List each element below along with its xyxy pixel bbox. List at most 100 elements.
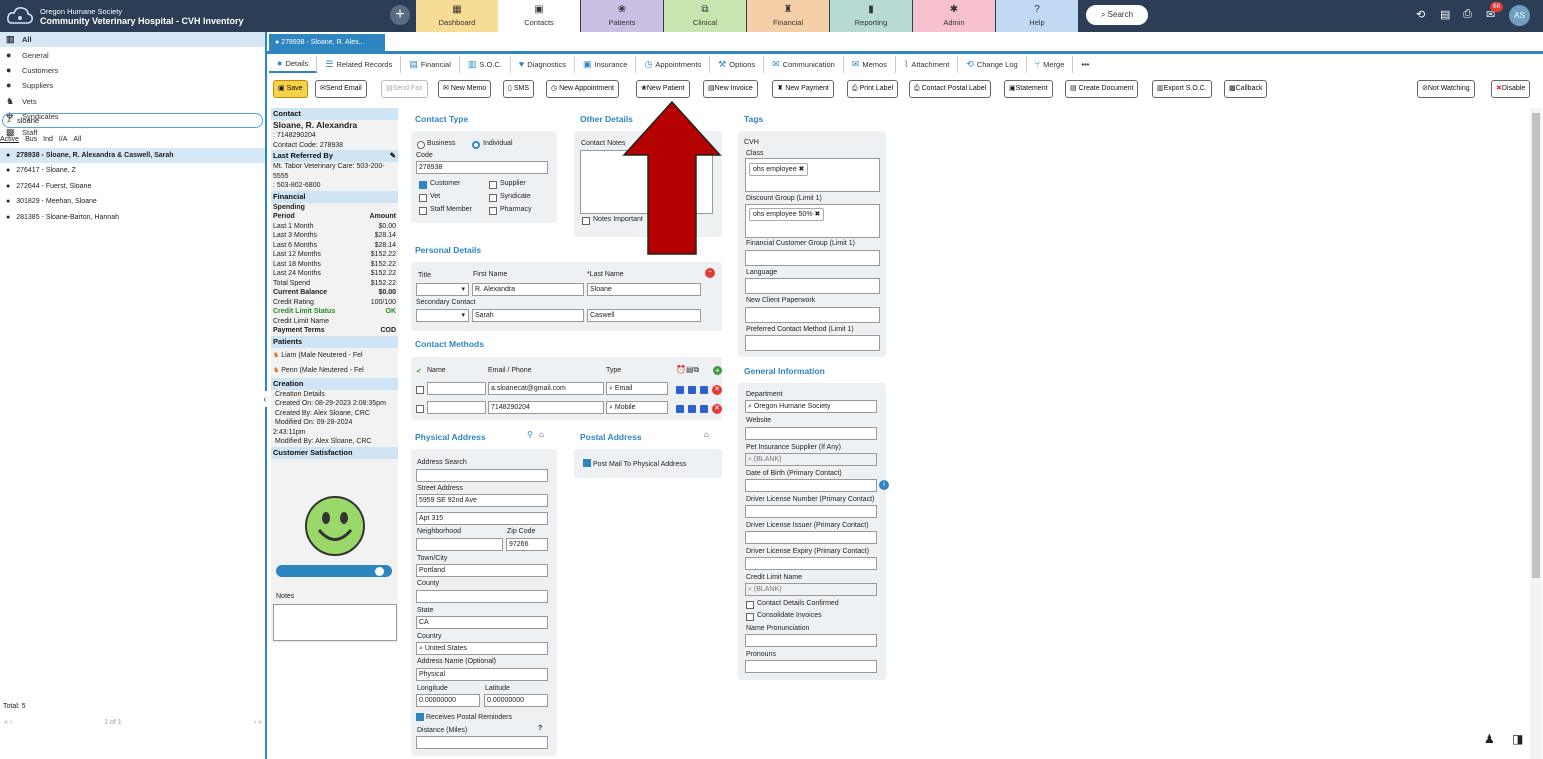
method-name-field[interactable] [427,401,486,414]
tab-soc[interactable]: ▥ S.O.C. [460,56,511,73]
list-item[interactable]: ● 281385 - Sloane-Barton, Hannah [0,210,265,225]
new-payment-button[interactable]: ♜ New Payment [772,80,834,98]
street-address-2-field[interactable]: Apt 315 [416,512,548,525]
method-value-field[interactable]: a.sloanecat@gmail.com [488,382,604,395]
post-mail-checkbox[interactable] [583,459,591,467]
method-value-field[interactable]: 7148290204 [488,401,604,414]
send-fax-button[interactable]: ▤Send Fax [381,80,428,98]
list-item[interactable]: ● 272644 - Fuerst, Sloane [0,179,265,194]
add-method-icon[interactable]: + [713,366,722,375]
preferred-contact-field[interactable] [745,335,880,351]
language-field[interactable] [745,278,880,294]
method-flag-checkbox[interactable] [700,386,708,394]
filter-active[interactable]: Active [0,136,19,143]
neighborhood-field[interactable] [416,538,503,551]
pencil-icon[interactable]: ✎ [390,150,396,162]
notes-important-checkbox[interactable] [582,217,590,225]
not-watching-button[interactable]: ⊘Not Watching [1417,80,1475,98]
filter-ind[interactable]: Ind [43,136,53,143]
nav-dashboard[interactable]: ▦ Dashboard [416,0,498,32]
tab-attachment[interactable]: ⌇ Attachment [896,56,959,73]
lock-icon[interactable]: ⌂ [539,430,544,439]
paperwork-field[interactable] [745,307,880,323]
delete-method-icon[interactable]: ✕ [712,385,722,395]
person-icon[interactable]: ♟ [1484,732,1495,746]
nav-help[interactable]: ? Help [996,0,1078,32]
create-document-button[interactable]: ▤ Create Document [1065,80,1139,98]
lock-icon[interactable]: ⌂ [704,430,709,439]
sms-button[interactable]: ▯ SMS [503,80,534,98]
filter-bus[interactable]: Bus [25,136,37,143]
disable-button[interactable]: ✖Disable [1491,80,1531,98]
contact-confirmed-checkbox[interactable] [746,601,754,609]
pager[interactable]: « ‹ 1 of 1 › » [4,719,262,726]
remove-icon[interactable]: − [705,268,715,278]
longitude-field[interactable]: 0.00000000 [416,694,480,707]
print-label-button[interactable]: ⎙ Print Label [847,80,899,98]
info-icon[interactable]: i [879,480,889,490]
latitude-field[interactable]: 0.00000000 [484,694,548,707]
method-checkbox[interactable] [416,405,424,413]
nav-clinical[interactable]: ⧉ Clinical [664,0,746,32]
new-appointment-button[interactable]: ◷ New Appointment [546,80,619,98]
new-memo-button[interactable]: ✉ New Memo [438,80,492,98]
dl-expiry-field[interactable] [745,557,877,570]
method-type-field[interactable]: ⌕ Email [606,382,668,395]
collapse-sidebar-icon[interactable]: ‹ [260,391,270,407]
title-select[interactable]: ▾ [416,283,469,296]
patient-item[interactable]: ♞ Liam (Male Neutered - Fel [271,348,398,363]
export-soc-button[interactable]: ▥Export S.O.C. [1152,80,1212,98]
satisfaction-slider[interactable] [276,565,392,577]
zip-code-field[interactable]: 97266 [506,538,548,551]
country-field[interactable]: ⌕ United States [416,642,548,655]
slider-knob[interactable] [375,567,384,576]
last-name-field[interactable]: Sloane [587,283,701,296]
town-field[interactable]: Portland [416,564,548,577]
insurance-field[interactable]: ⌕ (BLANK) [745,453,877,466]
method-flag-checkbox[interactable] [688,405,696,413]
tab-related-records[interactable]: ☰ Related Records [317,56,402,73]
patient-item[interactable]: ♞ Penn (Male Neutered - Fel [271,363,398,378]
postal-reminders-checkbox[interactable] [416,713,424,721]
close-icon[interactable]: ✖ [815,211,821,218]
financial-group-field[interactable] [745,250,880,266]
notes-textarea[interactable] [273,604,397,641]
document-icon[interactable]: ▤ [1440,8,1450,21]
tag-chip[interactable]: ohs employee ✖ [749,163,809,176]
list-item[interactable]: ● 276417 - Sloane, Z [0,163,265,178]
vertical-scrollbar[interactable] [1530,108,1542,759]
method-type-field[interactable]: ⌕ Mobile [606,401,668,414]
tab-merge[interactable]: ⑂ Merge [1027,56,1074,73]
nav-financial[interactable]: ♜ Financial [747,0,829,32]
record-tab[interactable]: ● 278938 - Sloane, R. Alex... [269,34,385,51]
add-button[interactable]: + [390,5,410,25]
filter-all[interactable]: All [73,136,81,143]
map-pin-icon[interactable]: ⚲ [527,430,533,439]
nav-contacts[interactable]: ▣ Contacts [498,0,580,32]
tab-financial[interactable]: ▤ Financial [401,56,460,73]
secondary-title-select[interactable]: ▾ [416,309,469,322]
avatar[interactable]: AS [1509,5,1530,26]
customer-checkbox[interactable] [419,181,427,189]
callback-button[interactable]: ▩Callback [1224,80,1268,98]
method-flag-checkbox[interactable] [676,386,684,394]
individual-radio[interactable] [472,141,480,149]
secondary-first-name-field[interactable]: Sarah [472,309,584,322]
tab-appointments[interactable]: ◷ Appointments [636,56,711,73]
category-suppliers[interactable]: ● Suppliers [0,78,265,93]
address-name-field[interactable]: Physical [416,668,548,681]
first-name-field[interactable]: R. Alexandra [472,283,584,296]
category-all[interactable]: ▥ All [0,32,265,48]
new-invoice-button[interactable]: ▤New Invoice [703,80,758,98]
pronouns-field[interactable] [745,660,877,673]
tab-details[interactable]: ● Details [269,56,318,73]
distance-field[interactable] [416,736,548,749]
global-search-button[interactable]: ⌕ Search [1086,5,1148,25]
street-address-field[interactable]: 5959 SE 92nd Ave [416,494,548,507]
consolidate-invoices-checkbox[interactable] [746,613,754,621]
method-flag-checkbox[interactable] [688,386,696,394]
nav-patients[interactable]: ❀ Patients [581,0,663,32]
tab-change-log[interactable]: ⟲ Change Log [958,56,1027,73]
tab-options[interactable]: ⚒ Options [710,56,765,73]
staff-member-checkbox[interactable] [419,207,427,215]
